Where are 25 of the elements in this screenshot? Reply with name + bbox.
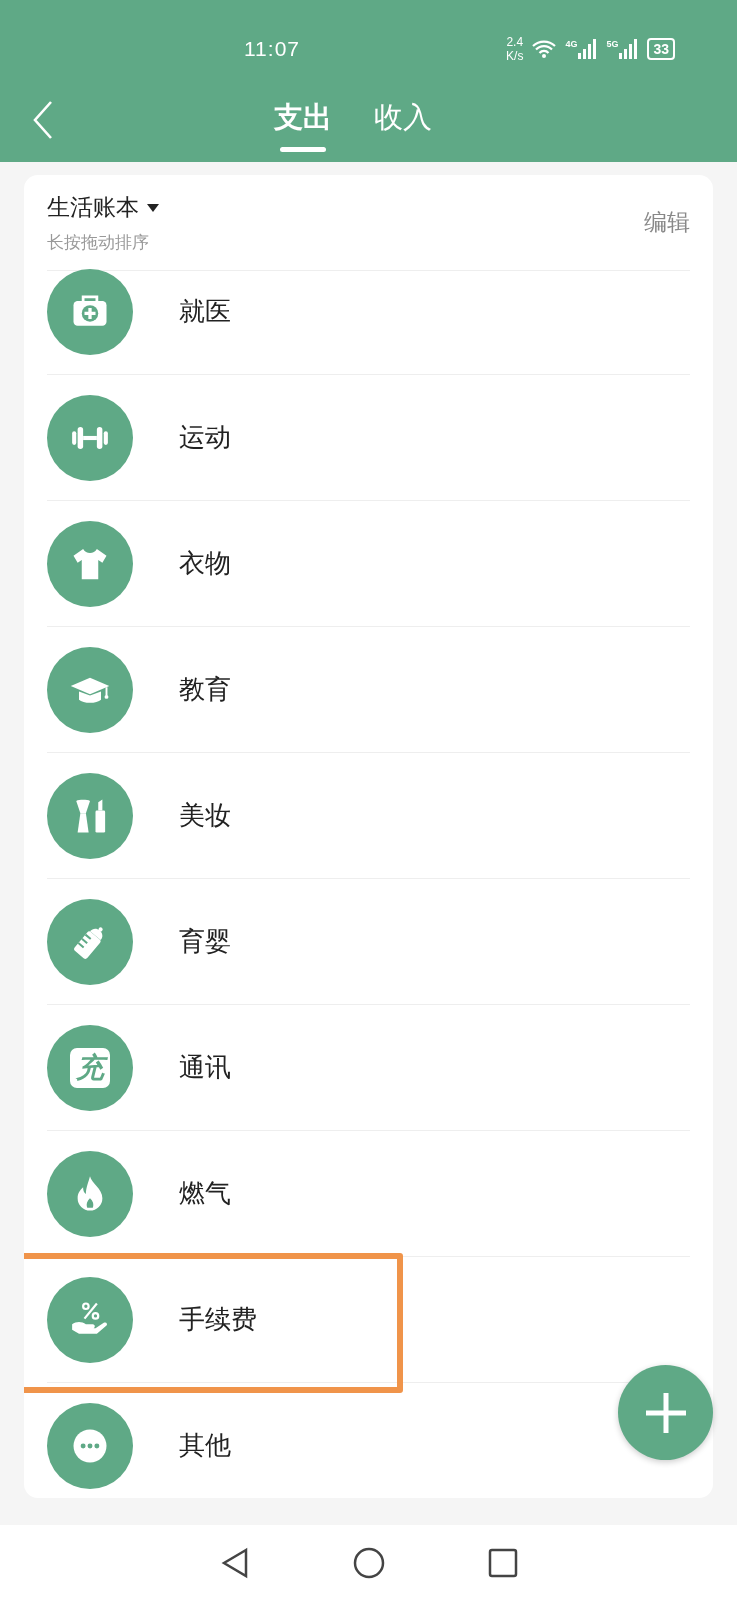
category-label[interactable]: 育婴 bbox=[179, 924, 231, 959]
network-type: 5G bbox=[606, 39, 619, 49]
category-label[interactable]: 燃气 bbox=[179, 1176, 231, 1211]
category-label[interactable]: 教育 bbox=[179, 672, 231, 707]
caret-icon[interactable] bbox=[147, 202, 159, 212]
category-label[interactable]: 运动 bbox=[179, 420, 231, 455]
book-selector[interactable]: 生活账本 bbox=[47, 191, 139, 223]
status-time: 11:07 bbox=[244, 37, 300, 61]
category-label[interactable]: 其他 bbox=[179, 1428, 231, 1463]
category-label[interactable]: 通讯 bbox=[179, 1050, 231, 1085]
charge-icon: 充 bbox=[70, 1047, 110, 1088]
category-label[interactable]: 手续费 bbox=[179, 1302, 257, 1337]
home-nav-icon[interactable] bbox=[351, 1545, 386, 1580]
back-icon[interactable] bbox=[32, 100, 54, 140]
signal-icon bbox=[619, 39, 640, 59]
category-label[interactable]: 就医 bbox=[179, 294, 231, 329]
sort-hint: 长按拖动排序 bbox=[47, 231, 150, 254]
network-speed: 2.4 K/s bbox=[506, 35, 524, 63]
edit-link[interactable]: 编辑 bbox=[644, 207, 690, 238]
battery-level: 33 bbox=[647, 38, 675, 60]
category-label[interactable]: 衣物 bbox=[179, 546, 231, 581]
signal-icon bbox=[578, 39, 599, 59]
wifi-icon bbox=[531, 39, 558, 59]
category-label[interactable]: 美妆 bbox=[179, 798, 231, 833]
network-type: 4G bbox=[565, 39, 578, 49]
